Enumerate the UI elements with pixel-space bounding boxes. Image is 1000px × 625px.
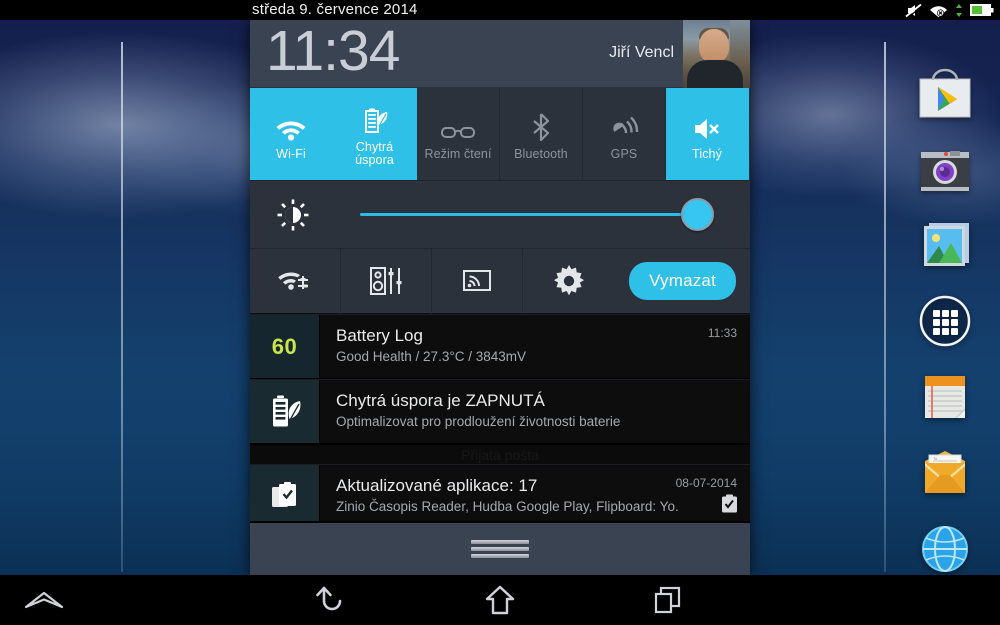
brightness-thumb[interactable] xyxy=(681,198,714,231)
home-screen-dock: To xyxy=(908,62,982,580)
back-arrow-icon xyxy=(315,584,349,616)
brightness-track xyxy=(360,213,698,216)
quick-settings-toggles: Wi-Fi Chytrá úspora Režim čtení Bluetoot… xyxy=(250,88,750,180)
toggle-silent[interactable]: Tichý xyxy=(666,88,749,180)
toggle-wifi-label: Wi-Fi xyxy=(276,146,306,161)
quick-settings-header: 11:34 Jiří Vencl xyxy=(250,20,750,88)
battery-level-icon: 60 xyxy=(250,315,320,378)
drag-handle[interactable] xyxy=(471,540,529,558)
notification-shade: 11:34 Jiří Vencl Wi-Fi Chytrá úspora Rež… xyxy=(250,20,750,575)
battery-icon xyxy=(970,3,994,17)
power-saving-icon xyxy=(360,101,390,135)
wifi-no-internet-icon xyxy=(929,3,948,18)
chevron-up-outline-icon xyxy=(23,587,65,613)
browser-icon[interactable] xyxy=(908,518,982,580)
toggle-reading-mode-label: Režim čtení xyxy=(424,146,492,161)
toggle-power-saving[interactable]: Chytrá úspora xyxy=(333,88,417,180)
toggle-bluetooth-label: Bluetooth xyxy=(514,146,568,161)
notification-subtitle: Optimalizovat pro prodloužení životnosti… xyxy=(336,414,621,429)
toggle-bluetooth[interactable]: Bluetooth xyxy=(500,88,583,180)
silent-mode-icon xyxy=(905,3,922,18)
clear-notifications-button[interactable]: Vymazat xyxy=(629,262,736,300)
toggle-wifi[interactable]: Wi-Fi xyxy=(250,88,333,180)
email-icon[interactable]: To xyxy=(908,442,982,504)
sound-mute-icon xyxy=(692,108,722,142)
notification-subtitle: Zinio Časopis Reader, Hudba Google Play,… xyxy=(336,499,679,514)
app-drawer-icon[interactable] xyxy=(908,290,982,352)
status-bar-date: středa 9. července 2014 xyxy=(252,1,418,18)
bluetooth-icon xyxy=(530,108,552,142)
navigation-bar xyxy=(0,575,1000,625)
notification-title: Chytrá úspora je ZAPNUTÁ xyxy=(336,391,545,410)
brightness-icon xyxy=(250,198,336,232)
audio-equalizer-icon[interactable] xyxy=(341,248,432,314)
brightness-row xyxy=(250,180,750,248)
status-bar-icons xyxy=(905,0,994,20)
wallpaper-pole-left xyxy=(121,42,123,572)
notification-row[interactable]: Chytrá úspora je ZAPNUTÁ Optimalizovat p… xyxy=(250,379,750,444)
wifi-settings-icon[interactable] xyxy=(250,248,341,314)
settings-gear-icon[interactable] xyxy=(523,248,614,314)
notification-list: 60 Battery Log Good Health / 27.3°C / 38… xyxy=(250,314,750,529)
brightness-slider[interactable] xyxy=(336,198,728,231)
back-button[interactable] xyxy=(290,575,374,625)
data-transfer-icon xyxy=(955,3,963,18)
screen-mirroring-icon[interactable] xyxy=(432,248,523,314)
hidden-notification-text: Přijatá pošta xyxy=(461,447,539,463)
clock: 11:34 xyxy=(266,20,400,83)
notification-row[interactable]: Aktualizované aplikace: 17 Zinio Časopis… xyxy=(250,464,750,529)
home-button[interactable] xyxy=(458,575,542,625)
gps-icon xyxy=(609,108,639,142)
quick-action-row: Vymazat xyxy=(250,248,750,314)
toggle-gps[interactable]: GPS xyxy=(583,88,666,180)
toggle-power-saving-label: Chytrá úspora xyxy=(355,140,394,167)
wifi-icon xyxy=(275,108,307,142)
camera-icon[interactable] xyxy=(908,138,982,200)
notes-icon[interactable] xyxy=(908,366,982,428)
shade-footer[interactable] xyxy=(250,521,750,575)
status-bar: středa 9. července 2014 xyxy=(0,0,1000,20)
recents-icon xyxy=(653,585,683,615)
toggle-reading-mode[interactable]: Režim čtení xyxy=(417,88,500,180)
gallery-icon[interactable] xyxy=(908,214,982,276)
play-store-icon[interactable] xyxy=(908,62,982,124)
notification-peek-button[interactable] xyxy=(2,575,86,625)
toggle-gps-label: GPS xyxy=(610,146,638,161)
notification-time: 11:33 xyxy=(707,326,737,340)
notification-row[interactable]: 60 Battery Log Good Health / 27.3°C / 38… xyxy=(250,314,750,379)
user-name: Jiří Vencl xyxy=(609,44,674,61)
home-icon xyxy=(485,584,515,616)
app-updates-icon xyxy=(250,465,320,528)
clipboard-check-icon[interactable] xyxy=(721,494,738,518)
hidden-notification-peek: Přijatá pošta xyxy=(250,444,750,464)
notification-subtitle: Good Health / 27.3°C / 3843mV xyxy=(336,349,527,364)
user-avatar[interactable] xyxy=(683,20,750,88)
notification-title: Battery Log xyxy=(336,326,423,345)
notification-time: 08-07-2014 xyxy=(675,476,737,490)
battery-percent-badge: 60 xyxy=(271,333,298,359)
recents-button[interactable] xyxy=(626,575,710,625)
power-saving-battery-leaf-icon xyxy=(250,380,320,443)
wallpaper-pole-right xyxy=(884,42,886,572)
android-tablet-screen: To středa 9. července 2014 11:34 Jiří Ve… xyxy=(0,0,1000,625)
toggle-silent-label: Tichý xyxy=(692,146,722,161)
reading-mode-glasses-icon xyxy=(440,108,476,142)
